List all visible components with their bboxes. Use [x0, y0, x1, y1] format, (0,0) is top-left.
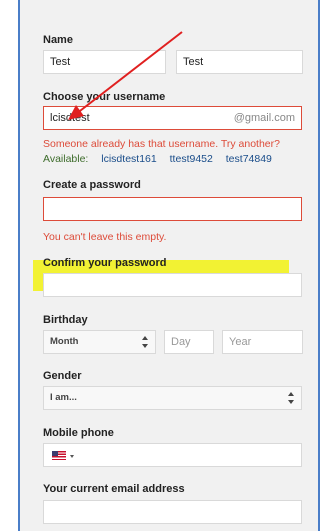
suggestion-1[interactable]: lcisdtest161: [101, 153, 156, 165]
gender-label: Gender: [43, 370, 82, 382]
available-suggestions: Available: lcisdtest161 ttest9452 test74…: [43, 153, 282, 165]
password-error: You can't leave this empty.: [43, 231, 167, 243]
gender-value: I am...: [50, 392, 77, 403]
current-email-label: Your current email address: [43, 483, 185, 495]
select-updown-icon: [142, 336, 149, 348]
birthday-day-input[interactable]: Day: [164, 330, 214, 354]
suggestion-2[interactable]: ttest9452: [170, 153, 213, 165]
password-input[interactable]: [43, 197, 302, 221]
confirm-password-input[interactable]: [43, 273, 302, 297]
last-name-input[interactable]: Test: [176, 50, 303, 74]
first-name-input[interactable]: Test: [43, 50, 166, 74]
chevron-down-icon[interactable]: [70, 455, 74, 458]
gender-select[interactable]: I am...: [43, 386, 302, 410]
username-label: Choose your username: [43, 91, 166, 103]
current-email-input[interactable]: [43, 500, 302, 524]
confirm-password-label: Confirm your password: [43, 257, 167, 269]
mobile-phone-input[interactable]: [43, 443, 302, 467]
available-label: Available:: [43, 153, 89, 165]
name-label: Name: [43, 34, 73, 46]
suggestion-3[interactable]: test74849: [226, 153, 272, 165]
select-updown-icon: [288, 392, 295, 404]
username-error: Someone already has that username. Try a…: [43, 138, 280, 150]
username-input[interactable]: lcisdtest @gmail.com: [43, 106, 302, 130]
us-flag-icon[interactable]: [52, 451, 66, 460]
username-value: lcisdtest: [50, 112, 90, 124]
password-label: Create a password: [43, 179, 141, 191]
birthday-year-input[interactable]: Year: [222, 330, 303, 354]
day-placeholder: Day: [171, 336, 191, 348]
month-value: Month: [50, 336, 79, 347]
gmail-suffix: @gmail.com: [233, 112, 295, 124]
year-placeholder: Year: [229, 336, 252, 348]
mobile-phone-label: Mobile phone: [43, 427, 114, 439]
birthday-month-select[interactable]: Month: [43, 330, 156, 354]
birthday-label: Birthday: [43, 314, 88, 326]
